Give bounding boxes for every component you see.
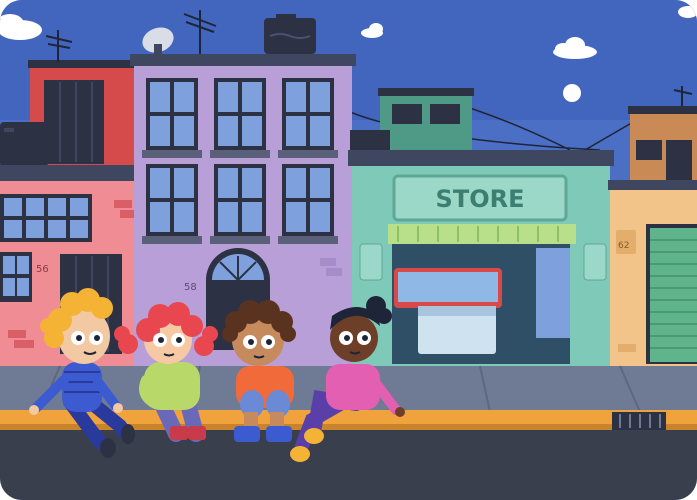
garage-door: [650, 228, 697, 362]
brown-building: [628, 106, 697, 190]
drain-grate-icon: [612, 412, 666, 430]
ac-unit: [350, 130, 390, 152]
garage-building: [608, 180, 697, 370]
house-number: 56: [36, 264, 49, 275]
sun-icon: [563, 84, 581, 102]
street-scene: 56 58 STORE 62: [0, 0, 697, 500]
store-building: [348, 150, 614, 370]
water-tank: [264, 14, 316, 54]
teal-building: [378, 88, 474, 152]
house-number: 62: [618, 241, 629, 251]
house-number: 58: [184, 282, 197, 293]
store-sign: STORE: [436, 185, 525, 213]
illustration-frame: 56 58 STORE 62: [0, 0, 697, 500]
store-awning: [388, 224, 576, 244]
